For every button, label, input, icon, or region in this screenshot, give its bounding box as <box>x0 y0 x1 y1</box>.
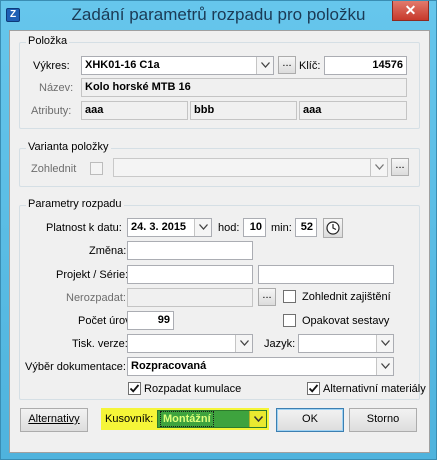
varianta-zohlednit-label: Zohlednit <box>31 163 77 175</box>
opakovat-sestavy-checkbox[interactable] <box>283 314 296 327</box>
projekt-label: Projekt / Série: <box>56 269 129 281</box>
zohlednit-zajisteni-checkbox[interactable] <box>283 290 296 303</box>
alternativy-button-label: Alternativy <box>28 413 80 425</box>
dialog-client: Položka Výkres: XHK01-16 C1a ... Klíč: 1… <box>9 30 430 453</box>
chevron-down-icon <box>380 363 390 369</box>
tisk-verze-combo[interactable] <box>127 334 253 353</box>
dialog-window: Z Zadání parametrů rozpadu pro položku ✕… <box>0 0 437 460</box>
nerozpadat-field <box>127 288 253 307</box>
chevron-down-icon <box>260 62 270 68</box>
rozpadat-kumulace-label[interactable]: Rozpadat kumulace <box>144 383 241 395</box>
chevron-down-icon <box>374 164 384 170</box>
vykres-browse-button[interactable]: ... <box>278 56 296 74</box>
vykres-dropdown-arrow[interactable] <box>256 57 273 74</box>
nerozpadat-label: Nerozpadat: <box>66 292 126 304</box>
zohlednit-zajisteni-label[interactable]: Zohlednit zajištění <box>302 291 391 303</box>
hod-label: hod: <box>218 222 240 234</box>
jazyk-dropdown-arrow[interactable] <box>376 335 393 352</box>
atribut-1-field: aaa <box>81 101 188 120</box>
jazyk-label: Jazyk: <box>264 338 296 350</box>
platnost-value: 24. 3. 2015 <box>131 221 187 233</box>
alternativni-materialy-label[interactable]: Alternativní materiály <box>323 383 426 395</box>
atributy-label: Atributy: <box>31 105 72 117</box>
tisk-verze-label: Tisk. verze: <box>72 338 128 350</box>
platnost-label: Platnost k datu: <box>46 222 122 234</box>
alternativni-materialy-checkbox[interactable] <box>307 382 320 395</box>
zmena-field[interactable] <box>127 241 253 260</box>
platnost-dropdown-arrow[interactable] <box>194 219 211 236</box>
varianta-browse-button[interactable]: ... <box>391 158 409 176</box>
chevron-down-icon <box>253 416 263 422</box>
chevron-down-icon <box>380 340 390 346</box>
group-polozka-legend: Položka <box>26 35 70 47</box>
hod-field[interactable]: 10 <box>243 218 266 237</box>
atribut-3-field: aaa <box>299 101 407 120</box>
klic-field[interactable]: 14576 <box>324 56 407 75</box>
pocet-urovni-field[interactable]: 99 <box>127 311 174 330</box>
jazyk-combo[interactable] <box>298 334 394 353</box>
kusovnik-label: Kusovník: <box>105 413 154 425</box>
close-button[interactable]: ✕ <box>392 1 429 21</box>
nerozpadat-browse-button[interactable]: ... <box>258 288 276 306</box>
vyber-dokumentace-value: Rozpracovaná <box>131 360 207 372</box>
clock-button[interactable] <box>323 218 343 238</box>
kusovnik-highlight: Kusovník: Montážní <box>101 408 269 430</box>
min-label: min: <box>271 222 292 234</box>
platnost-date-picker[interactable]: 24. 3. 2015 <box>127 218 212 237</box>
opakovat-sestavy-label[interactable]: Opakovat sestavy <box>302 315 389 327</box>
rozpadat-kumulace-checkbox[interactable] <box>128 382 141 395</box>
vykres-label: Výkres: <box>33 60 70 72</box>
zmena-label: Změna: <box>89 245 127 257</box>
varianta-combo[interactable] <box>113 158 388 177</box>
klic-label: Klíč: <box>299 60 321 72</box>
projekt-field[interactable] <box>127 265 253 284</box>
chevron-down-icon <box>239 340 249 346</box>
group-varianta-legend: Varianta položky <box>26 141 111 153</box>
nazev-field: Kolo horské MTB 16 <box>81 78 407 97</box>
vyber-dokumentace-combo[interactable]: Rozpracovaná <box>127 357 394 376</box>
checkmark-icon <box>308 384 319 393</box>
min-field[interactable]: 52 <box>295 218 317 237</box>
vykres-combo[interactable]: XHK01-16 C1a <box>81 56 274 75</box>
kusovnik-value: Montážní <box>160 411 214 427</box>
ok-button[interactable]: OK <box>276 408 344 432</box>
kusovnik-combo[interactable]: Montážní <box>157 410 267 428</box>
nazev-label: Název: <box>39 82 74 94</box>
vyber-dokumentace-label: Výběr dokumentace: <box>25 361 126 373</box>
varianta-zohlednit-checkbox[interactable] <box>90 162 103 175</box>
vykres-value: XHK01-16 C1a <box>85 59 160 71</box>
group-parametry-legend: Parametry rozpadu <box>26 198 124 210</box>
atribut-2-field: bbb <box>190 101 297 120</box>
checkmark-icon <box>129 384 140 393</box>
alternativy-button[interactable]: Alternativy <box>20 408 88 432</box>
serie-field[interactable] <box>258 265 394 284</box>
clock-icon <box>326 221 340 235</box>
tisk-verze-dropdown-arrow[interactable] <box>235 335 252 352</box>
window-title: Zadání parametrů rozpadu pro položku <box>71 5 366 24</box>
storno-button[interactable]: Storno <box>349 408 417 432</box>
chevron-down-icon <box>198 224 208 230</box>
varianta-dropdown-arrow[interactable] <box>370 159 387 176</box>
kusovnik-dropdown-arrow[interactable] <box>249 411 266 427</box>
vyber-dokumentace-dropdown-arrow[interactable] <box>376 358 393 375</box>
